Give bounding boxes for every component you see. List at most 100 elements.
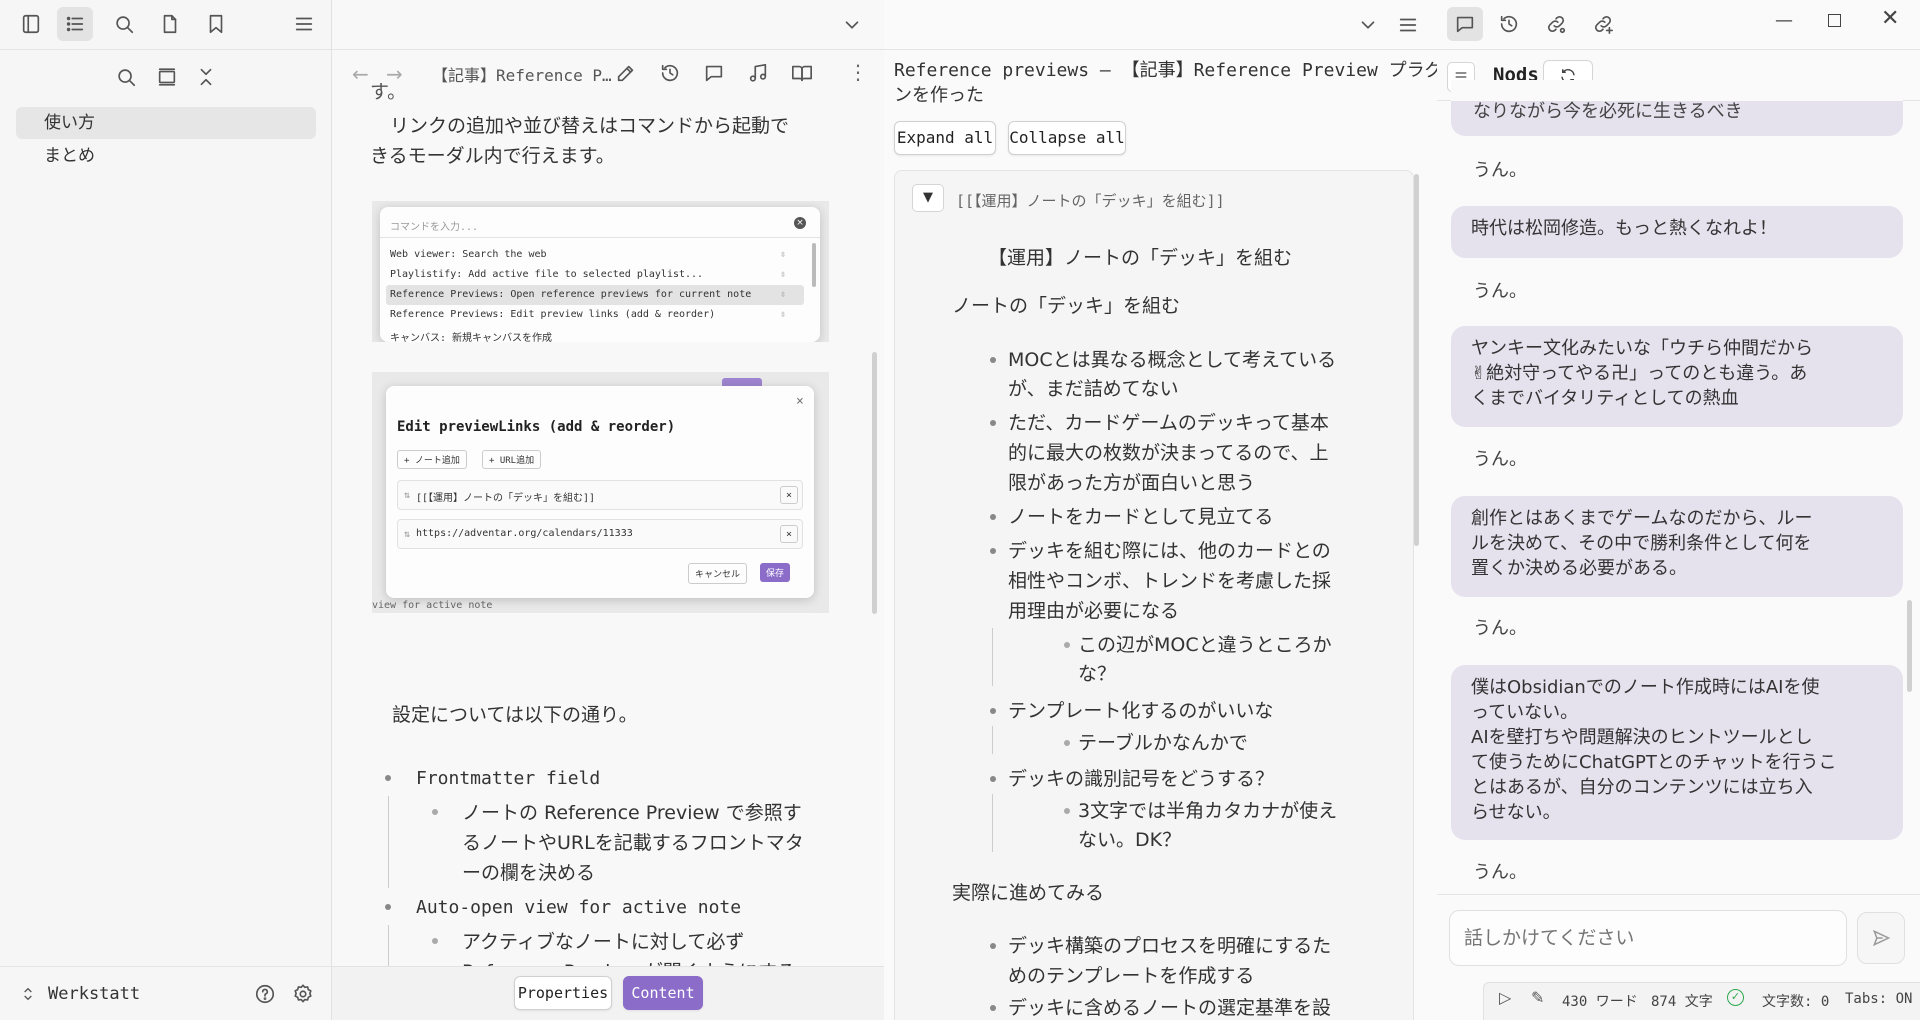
bullet-icon [432, 809, 438, 815]
layout-icon[interactable] [149, 60, 185, 94]
text-line: 設定については以下の通り。 [392, 704, 638, 726]
history-icon[interactable] [652, 56, 688, 90]
bullet-icon [990, 357, 996, 363]
command-item: キャンバス: 新規キャンバスを作成 [390, 333, 553, 342]
text-line: リンクの追加や並び替えはコマンドから起動で [390, 115, 790, 137]
collapse-icon[interactable] [188, 60, 224, 94]
search-icon[interactable] [106, 7, 142, 41]
bullet-icon [990, 1005, 996, 1011]
background-text: view for active note [372, 600, 493, 611]
pin-icon: ⇳ [780, 249, 787, 260]
comment-icon[interactable] [696, 56, 732, 90]
command-item: Reference Previews: Edit preview links (… [390, 309, 716, 320]
tabs-status[interactable]: Tabs: ON [1845, 991, 1912, 1007]
preview-heading: 実際に進めてみる [952, 882, 1105, 904]
add-note-button: + ノート追加 [397, 450, 467, 469]
bullet-icon [385, 904, 391, 910]
sidebar-toggle-icon[interactable] [13, 7, 49, 41]
preview-heading: ノートの「デッキ」を組む [952, 295, 1181, 317]
scrollbar[interactable] [1907, 600, 1912, 692]
restore-icon[interactable] [1828, 14, 1841, 27]
chevron-down-icon[interactable] [1350, 8, 1386, 42]
chat-message: 時代は松岡修造。もっと熱くなれよ！ [1451, 206, 1903, 258]
word-count: 430 ワード [1562, 994, 1638, 1010]
list-item: るノートやURLを記載するフロントマタ [462, 832, 804, 854]
embedded-image-command-palette: コマンドを入力... × Web viewer: Search the web … [372, 201, 829, 342]
bullet-icon [990, 514, 996, 520]
modal-title: Edit previewLinks (add & reorder) [397, 419, 676, 435]
chat-icon[interactable] [1447, 7, 1483, 41]
close-icon: × [794, 217, 806, 229]
play-icon[interactable]: ▷ [1499, 988, 1511, 1007]
outline-icon[interactable] [57, 7, 93, 41]
list-item: デッキに含めるノートの選定基準を設 [1008, 997, 1332, 1019]
pen-icon[interactable]: ✎ [1531, 988, 1544, 1007]
scrollbar[interactable] [1414, 174, 1419, 546]
content-button[interactable]: Content [623, 976, 703, 1010]
remove-icon: × [780, 525, 798, 543]
close-icon: × [796, 394, 804, 409]
list-item: 相性やコンボ、トレンドを考慮した採 [1008, 570, 1332, 592]
toggle-triangle-icon[interactable]: ▼ [912, 184, 944, 212]
chat-reply: うん。 [1473, 862, 1527, 883]
reference-previews-pane: Reference previews – 【記事】Reference Previ… [884, 0, 1437, 1020]
vault-switcher[interactable]: Werkstatt [20, 980, 140, 1008]
scrollbar[interactable] [872, 352, 877, 614]
editor-pane: ← → 【記事】Reference P… ⋮ す。 リンクの追加や並び替えはコマ… [332, 0, 884, 1020]
link-add-icon[interactable] [1585, 7, 1621, 41]
bullet-icon [990, 708, 996, 714]
list-item: 用理由が必要になる [1008, 600, 1180, 622]
settings-icon[interactable] [285, 977, 321, 1011]
list-item: アクティブなノートに対して必ず [462, 931, 745, 953]
left-sidebar: 使い方 まとめ Werkstatt [0, 0, 331, 1020]
drag-handle-icon: ⇅ [404, 529, 411, 540]
text-line: す。 [370, 81, 407, 103]
list-item: ノートの Reference Preview で参照す [462, 802, 802, 824]
cancel-button: キャンセル [688, 563, 748, 584]
chat-reply: うん。 [1473, 281, 1527, 302]
link-settings-icon[interactable] [1538, 7, 1574, 41]
edit-icon[interactable] [608, 56, 644, 90]
properties-button[interactable]: Properties [514, 976, 612, 1010]
minimize-icon[interactable]: — [1775, 10, 1793, 31]
collapse-all-button[interactable]: Collapse all [1008, 121, 1126, 155]
chat-pane: — ✕ Nods なりながら今を必死に生きるべき うん。 時代は松岡修造。もっと… [1437, 0, 1920, 1020]
expand-all-button[interactable]: Expand all [894, 121, 996, 155]
list-item: ノートをカードとして見立てる [1008, 506, 1274, 528]
menu-icon[interactable] [1390, 8, 1426, 42]
char-count: 874 文字 [1651, 994, 1713, 1010]
list-item: めのテンプレートを作成する [1008, 965, 1255, 987]
bookmark-icon[interactable] [198, 7, 234, 41]
list-item: 的に最大の枚数が決まってるので、上 [1008, 442, 1329, 464]
more-options-icon[interactable]: ⋮ [848, 60, 868, 84]
file-icon[interactable] [152, 7, 188, 41]
list-item: デッキを組む際には、他のカードとの [1008, 540, 1331, 562]
reading-view-icon[interactable] [784, 56, 820, 90]
remove-icon: × [780, 486, 798, 504]
save-button: 保存 [760, 563, 791, 582]
bullet-icon [990, 943, 996, 949]
help-icon[interactable] [247, 977, 283, 1011]
history-icon[interactable] [1491, 7, 1527, 41]
list-item: Frontmatter field [416, 768, 601, 789]
command-item: Reference Previews: Open reference previ… [390, 289, 752, 300]
list-item: 限があった方が面白いと思う [1008, 472, 1256, 494]
card-link[interactable]: [[【運用】ノートの「デッキ」を組む]] [956, 190, 1225, 211]
outline-search-icon[interactable] [108, 60, 144, 94]
chevron-down-icon[interactable] [834, 8, 870, 42]
outline-item[interactable]: 使い方 [16, 107, 316, 139]
back-arrow-icon[interactable]: ← [352, 62, 369, 86]
close-window-icon[interactable]: ✕ [1881, 6, 1899, 31]
outline-item[interactable]: まとめ [16, 140, 316, 172]
sync-check-icon[interactable]: ✓ [1727, 989, 1744, 1006]
note-title[interactable]: 【記事】Reference P… [432, 62, 612, 86]
send-button[interactable] [1857, 912, 1905, 964]
list-item: Auto-open view for active note [416, 897, 742, 918]
chat-input[interactable] [1449, 910, 1847, 966]
chat-reply: うん。 [1473, 449, 1527, 470]
drag-handle-icon: ⇅ [404, 490, 411, 501]
music-icon[interactable] [740, 56, 776, 90]
menu-icon[interactable] [286, 7, 322, 41]
send-icon [1872, 929, 1891, 947]
list-item: この辺がMOCと違うところか [1078, 634, 1332, 656]
